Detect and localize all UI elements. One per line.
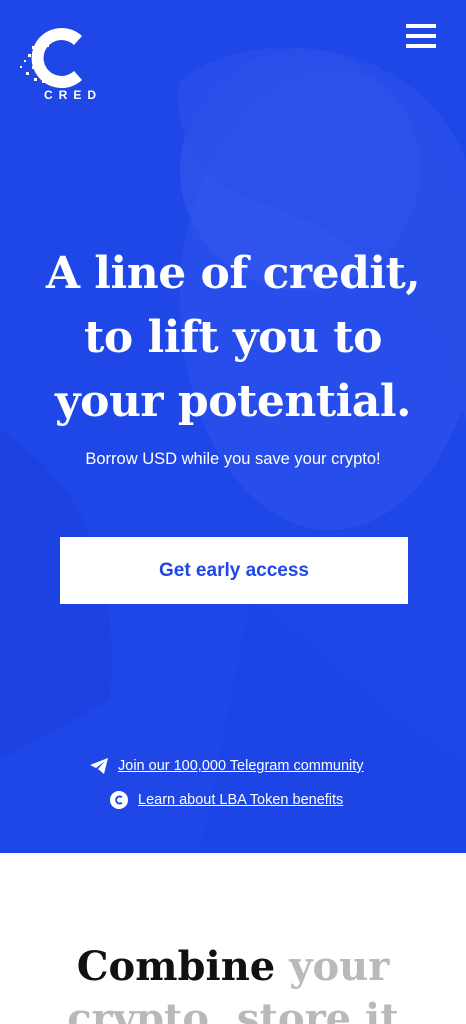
combine-heading: Combine your crypto, store it — [0, 941, 466, 1024]
lba-token-benefits-link[interactable]: Learn about LBA Token benefits — [138, 792, 343, 808]
cred-token-icon — [108, 789, 130, 811]
telegram-community-link[interactable]: Join our 100,000 Telegram community — [118, 758, 364, 774]
lba-token-link-row: Learn about LBA Token benefits — [108, 789, 343, 811]
headline-line: to lift you to — [84, 312, 382, 363]
hero-subheadline: Borrow USD while you save your crypto! — [85, 450, 381, 468]
menu-button[interactable] — [404, 24, 438, 50]
get-early-access-button[interactable]: Get early access — [60, 537, 408, 604]
combine-heading-light-line2: crypto, store it — [67, 995, 399, 1024]
logo-wordmark: CRED — [44, 88, 103, 102]
hero-headline: A line of credit, to lift you to your po… — [0, 242, 466, 434]
hero-section: CRED A line of credit, to lift you to yo… — [0, 0, 466, 853]
telegram-link-row: Join our 100,000 Telegram community — [88, 755, 364, 777]
combine-section: Combine your crypto, store it — [0, 853, 466, 1024]
telegram-icon — [88, 755, 110, 777]
headline-line: your potential. — [55, 376, 411, 427]
combine-heading-dark: Combine — [76, 943, 276, 990]
headline-line: A line of credit, — [45, 248, 421, 299]
combine-heading-light: your — [289, 943, 390, 990]
